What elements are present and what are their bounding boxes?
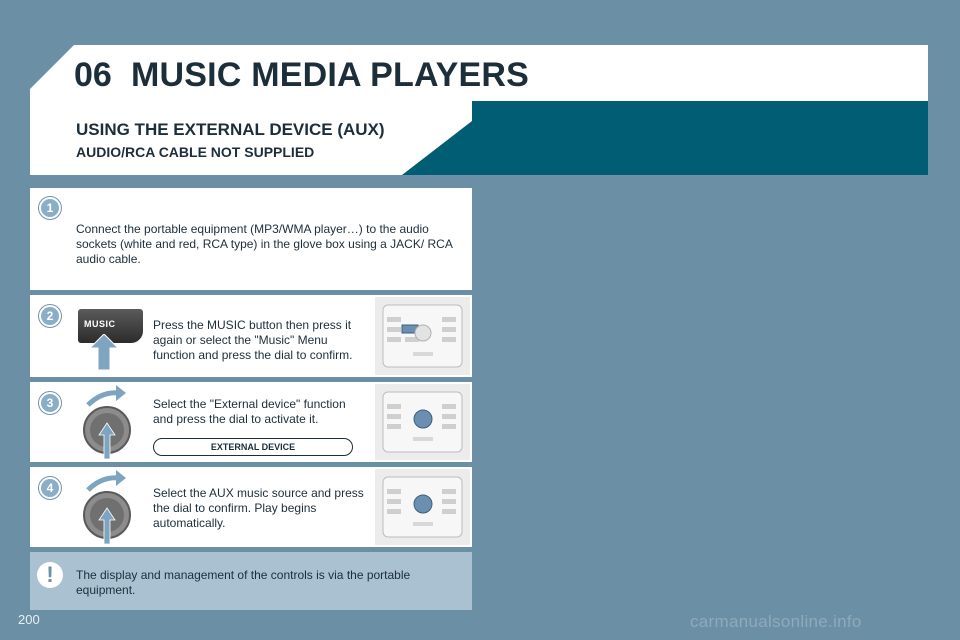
radio-panel-image: [375, 469, 470, 545]
radio-panel-image: [375, 384, 470, 460]
radio-panel-icon: [382, 391, 463, 453]
step-4-text: Select the AUX music source and press th…: [153, 486, 364, 530]
radio-panel-icon: [382, 476, 463, 538]
step-4-badge: 4: [39, 477, 61, 499]
step-2-text: Press the MUSIC button then press it aga…: [153, 318, 353, 362]
page-number: 200: [18, 612, 40, 627]
external-device-display: EXTERNAL DEVICE: [153, 438, 353, 456]
step-1-text: Connect the portable equipment (MP3/WMA …: [76, 222, 453, 266]
section-subtitle: AUDIO/RCA CABLE NOT SUPPLIED: [76, 144, 315, 160]
radio-panel-image: [375, 297, 470, 375]
section-title: USING THE EXTERNAL DEVICE (AUX): [76, 120, 385, 139]
step-3-text: Select the "External device" function an…: [153, 397, 346, 426]
step-3-badge: 3: [39, 392, 61, 414]
music-button-label: MUSIC: [84, 319, 116, 329]
rotary-dial-icon: [83, 385, 131, 460]
step-1-badge: 1: [39, 197, 61, 219]
step-2-badge: 2: [39, 305, 61, 327]
radio-panel-icon: [382, 304, 463, 368]
watermark: carmanualsonline.info: [690, 612, 862, 631]
chapter-number: 06: [74, 56, 112, 94]
exclamation-icon: !: [37, 562, 63, 588]
chapter-title: MUSIC MEDIA PLAYERS: [131, 56, 530, 94]
rotary-dial-icon: [83, 470, 131, 545]
note-text: The display and management of the contro…: [76, 568, 411, 597]
press-arrow-icon: [90, 334, 118, 370]
